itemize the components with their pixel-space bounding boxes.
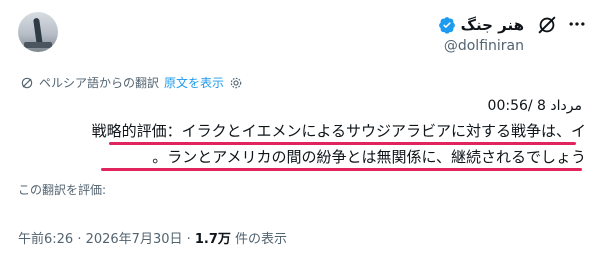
author-name-row[interactable]: هنر جنگ (438, 16, 524, 34)
views-count: 1.7万 (194, 232, 231, 247)
rate-translation: この翻訳を評価: (18, 181, 106, 198)
translation-bar: ペルシア語からの翻訳 原文を表示 (20, 74, 243, 91)
grok-icon[interactable] (536, 14, 558, 36)
views-label: 件の表示 (230, 232, 288, 247)
underline-annotation-1 (109, 142, 576, 145)
post-meta: 午前6:26 · 2026年7月30日 · 1.7万 件の表示 (18, 228, 287, 247)
translated-from-label: ペルシア語からの翻訳 (39, 76, 160, 90)
author-handle[interactable]: @dolfiniran (444, 38, 524, 54)
author-name: هنر جنگ (460, 16, 524, 34)
rate-translation-label: この翻訳を評価: (18, 183, 107, 197)
post-text-line-2: 。ランとアメリカの間の紛争とは無関係に、継続されるでしょう (152, 148, 586, 166)
avatar[interactable] (18, 12, 58, 52)
show-original-link[interactable]: 原文を表示 (164, 74, 224, 91)
post-text-line-1: 戦略的評価：イラクとイエメンによるサウジアラビアに対する戦争は、イ (91, 122, 586, 140)
post-datetime[interactable]: 午前6:26 · 2026年7月30日 · (18, 232, 195, 247)
post-time-persian: 00:56/ 8 مرداد (487, 98, 582, 114)
more-options-icon[interactable] (567, 14, 587, 34)
translate-icon (21, 77, 33, 88)
gear-icon[interactable] (229, 76, 243, 90)
avatar-base (24, 42, 52, 48)
verified-badge-icon (438, 17, 455, 34)
underline-annotation-2 (101, 168, 582, 171)
